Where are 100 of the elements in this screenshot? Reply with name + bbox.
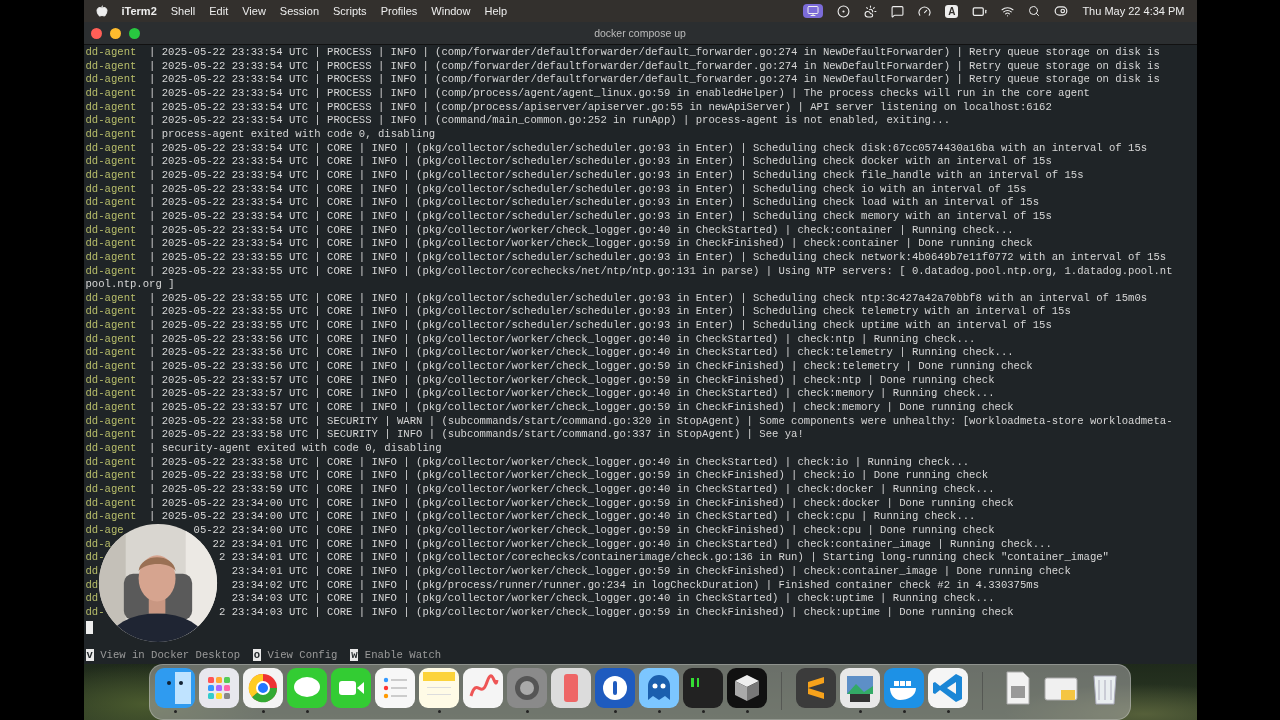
timestamp: 2025-05-22 23:33:54 UTC — [161, 114, 308, 128]
separator: | — [149, 264, 156, 277]
shortcut-key[interactable]: w — [350, 649, 359, 661]
shortcut-key[interactable]: o — [252, 649, 262, 661]
shortcut-label[interactable]: Enable Watch — [364, 649, 442, 661]
code-icon[interactable] — [928, 668, 968, 708]
shortcut-label[interactable]: View Config — [267, 649, 338, 661]
log-message: | CORE | INFO | (pkg/collector/scheduler/scheduler.go:93 in Enter) | Scheduling check uptime with an interval of 15s — [314, 319, 1052, 333]
log-message: | CORE | INFO | (pkg/collector/worker/check_logger.go:59 in CheckFinished) | check:io | Done running check — [314, 469, 989, 483]
keyhole-icon[interactable] — [595, 668, 635, 708]
close-button[interactable] — [90, 27, 102, 39]
scribble-icon[interactable] — [463, 668, 503, 708]
timestamp: 2 23:34:03 UTC — [217, 605, 308, 620]
phone-icon[interactable] — [551, 668, 591, 708]
service-name: dd-agent — [85, 510, 138, 524]
window-title: docker compose up — [594, 27, 686, 39]
zoom-button[interactable] — [128, 27, 140, 39]
separator: | — [149, 291, 156, 304]
timestamp: 2025-05-22 23:33:54 UTC — [161, 182, 308, 197]
timestamp: 2025-05-22 23:33:54 UTC — [161, 141, 308, 156]
minimize-button[interactable] — [109, 27, 121, 39]
screen-share-icon[interactable] — [803, 4, 824, 18]
separator: | — [149, 373, 156, 386]
log-message: | CORE | INFO | (pkg/collector/scheduler/scheduler.go:93 in Enter) | Scheduling check memory with an interval of 15s — [314, 209, 1052, 224]
clock[interactable]: Thu May 22 4:34 PM — [1082, 5, 1185, 17]
apple-icon[interactable] — [95, 5, 108, 17]
timestamp: 2025-05-22 23:33:56 UTC — [161, 360, 308, 374]
timestamp: 2025-05-22 23:33:58 UTC — [161, 455, 308, 470]
menu-item[interactable]: View — [242, 5, 266, 17]
timestamp: 22 23:34:01 UTC — [211, 537, 308, 552]
timestamp: 2025-05-22 23:33:54 UTC — [161, 155, 308, 169]
list-icon[interactable] — [375, 668, 415, 708]
service-name: dd-agent — [85, 237, 138, 251]
search-icon[interactable] — [1028, 5, 1041, 17]
service-name: dd-agent — [85, 387, 138, 402]
ghost-icon[interactable] — [639, 668, 679, 708]
gear-icon[interactable] — [507, 668, 547, 708]
menu-item[interactable]: Scripts — [333, 5, 367, 17]
service-name: dd-agent — [85, 319, 138, 333]
grid-icon[interactable] — [199, 668, 239, 708]
menu-item[interactable]: Window — [431, 5, 471, 17]
cube-icon[interactable] — [727, 668, 767, 708]
weather-icon[interactable] — [864, 4, 878, 18]
face-icon[interactable] — [155, 668, 195, 708]
service-name: dd-agent — [85, 496, 138, 511]
timestamp: 2025-05-22 23:33:58 UTC — [161, 414, 308, 429]
log-message: | PROCESS | INFO | (comp/forwarder/defaultforwarder/default_forwarder.go:274 in NewDefaultForwarder) | Retry queue storage on disk is — [314, 59, 1160, 74]
service-name: dd-age — [85, 523, 125, 538]
service-name: dd-agent — [85, 469, 138, 483]
separator: | — [149, 209, 156, 222]
app-menu[interactable]: iTerm2 — [121, 5, 157, 17]
service-name: dd-agent — [85, 114, 138, 128]
speech-bubble-icon[interactable] — [287, 668, 327, 708]
document-icon[interactable] — [1006, 671, 1030, 705]
log-message: | CORE | INFO | (pkg/collector/worker/check_logger.go:59 in CheckFinished) | check:telemetry | Done running check — [314, 360, 1033, 374]
shortcut-key[interactable]: v — [85, 649, 94, 661]
separator: | — [149, 250, 156, 263]
gauge-icon[interactable] — [918, 4, 932, 18]
log-message: | CORE | INFO | (pkg/collector/scheduler/scheduler.go:93 in Enter) | Scheduling check network:4b0649b7e11f0772 with an interval of 15s — [314, 250, 1167, 265]
photo-icon[interactable] — [840, 668, 880, 708]
service-name: dd-agent — [85, 442, 138, 456]
input-source[interactable]: A — [945, 4, 959, 18]
shortcut-label[interactable]: View in Docker Desktop — [100, 649, 241, 661]
trash-icon[interactable] — [1093, 675, 1117, 705]
service-name: dd-agent — [85, 401, 138, 415]
separator: | — [149, 442, 156, 455]
terminal-icon[interactable] — [683, 668, 723, 708]
log-message: | CORE | INFO | (pkg/collector/scheduler/scheduler.go:93 in Enter) | Scheduling check io with an interval of 15s — [314, 182, 1027, 197]
menu-item[interactable]: Session — [279, 5, 319, 17]
menu-item[interactable]: Shell — [170, 5, 196, 17]
service-name: dd- — [85, 551, 106, 565]
log-message: | CORE | INFO | (pkg/collector/worker/check_logger.go:40 in CheckStarted) | check:cpu | Running check... — [314, 510, 976, 524]
separator: | — [149, 414, 156, 427]
separator: | — [149, 100, 156, 113]
log-message: | CORE | INFO | (pkg/collector/worker/check_logger.go:40 in CheckStarted) | check:telemetry | Running check... — [314, 346, 1014, 361]
service-name: dd-agent — [85, 86, 138, 101]
service-name: dd-agent — [85, 59, 138, 74]
separator: | — [149, 114, 156, 127]
log-message: | CORE | INFO | (pkg/process/runner/runner.go:234 in logCheckDuration) | Finished container check #2 in 4.330375ms — [314, 578, 1040, 593]
menu-item[interactable]: Profiles — [380, 5, 418, 17]
service-name: dd-agent — [85, 127, 138, 142]
service-name: dd — [85, 564, 100, 579]
timestamp: 05-22 23:34:00 UTC — [192, 523, 308, 538]
timestamp: 2025-05-22 23:33:58 UTC — [161, 469, 308, 483]
separator: | — [149, 86, 156, 99]
video-camera-icon[interactable] — [331, 668, 371, 708]
menu-item[interactable]: Help — [484, 5, 508, 17]
whale-icon[interactable] — [884, 668, 924, 708]
notepad-icon[interactable] — [419, 668, 459, 708]
wifi-icon[interactable] — [1001, 4, 1015, 18]
separator: | — [149, 483, 156, 495]
wheel-icon[interactable] — [243, 668, 283, 708]
log-message: | CORE | INFO | (pkg/collector/worker/check_logger.go:40 in CheckStarted) | check:docker | Running check... — [314, 483, 995, 497]
timestamp: 2025-05-22 23:33:57 UTC — [161, 373, 308, 388]
control-center-icon[interactable] — [1054, 4, 1069, 18]
menu-item[interactable]: Edit — [209, 5, 229, 17]
chat-icon[interactable] — [891, 4, 905, 18]
log-message: | CORE | INFO | (pkg/collector/scheduler/scheduler.go:93 in Enter) | Scheduling check ntp:3c427a42a70bbf8 with an interval of 15m0s — [314, 291, 1148, 306]
log-message: | CORE | INFO | (pkg/collector/scheduler/scheduler.go:93 in Enter) | Scheduling check docker with an interval of 15s — [314, 155, 1052, 169]
record-icon[interactable] — [837, 4, 851, 18]
